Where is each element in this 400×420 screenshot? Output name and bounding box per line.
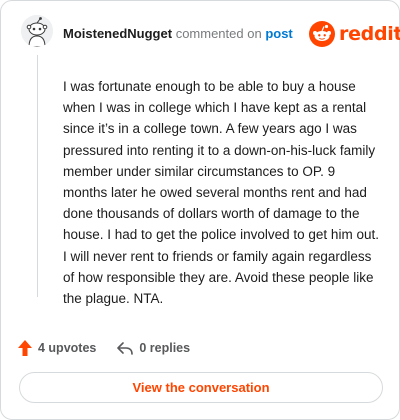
reply-arrow-icon: [117, 342, 134, 355]
snoo-avatar-icon: [21, 15, 53, 47]
comment-card: MoistenedNugget commented on post reddit…: [0, 0, 400, 420]
upvote-button[interactable]: 4 upvotes: [17, 339, 96, 357]
upvote-arrow-icon: [18, 340, 32, 356]
user-avatar[interactable]: [21, 15, 53, 47]
post-link[interactable]: post: [265, 26, 292, 41]
thread-line: [37, 55, 38, 297]
comment-author[interactable]: MoistenedNugget: [63, 26, 172, 41]
reply-count: 0 replies: [139, 341, 191, 355]
reddit-snoo-icon: [309, 21, 335, 47]
view-conversation-button[interactable]: View the conversation: [19, 372, 383, 403]
upvote-count: 4 upvotes: [38, 341, 97, 355]
reddit-wordmark: reddit: [339, 23, 400, 45]
comment-action-text: commented on: [175, 26, 262, 41]
comment-header: MoistenedNugget commented on post: [63, 26, 293, 42]
comment-body: I was fortunate enough to be able to buy…: [63, 79, 379, 307]
comment-actions: 4 upvotes 0 replies: [17, 339, 190, 357]
reddit-logo[interactable]: reddit: [309, 21, 400, 47]
replies-button[interactable]: 0 replies: [116, 340, 190, 356]
